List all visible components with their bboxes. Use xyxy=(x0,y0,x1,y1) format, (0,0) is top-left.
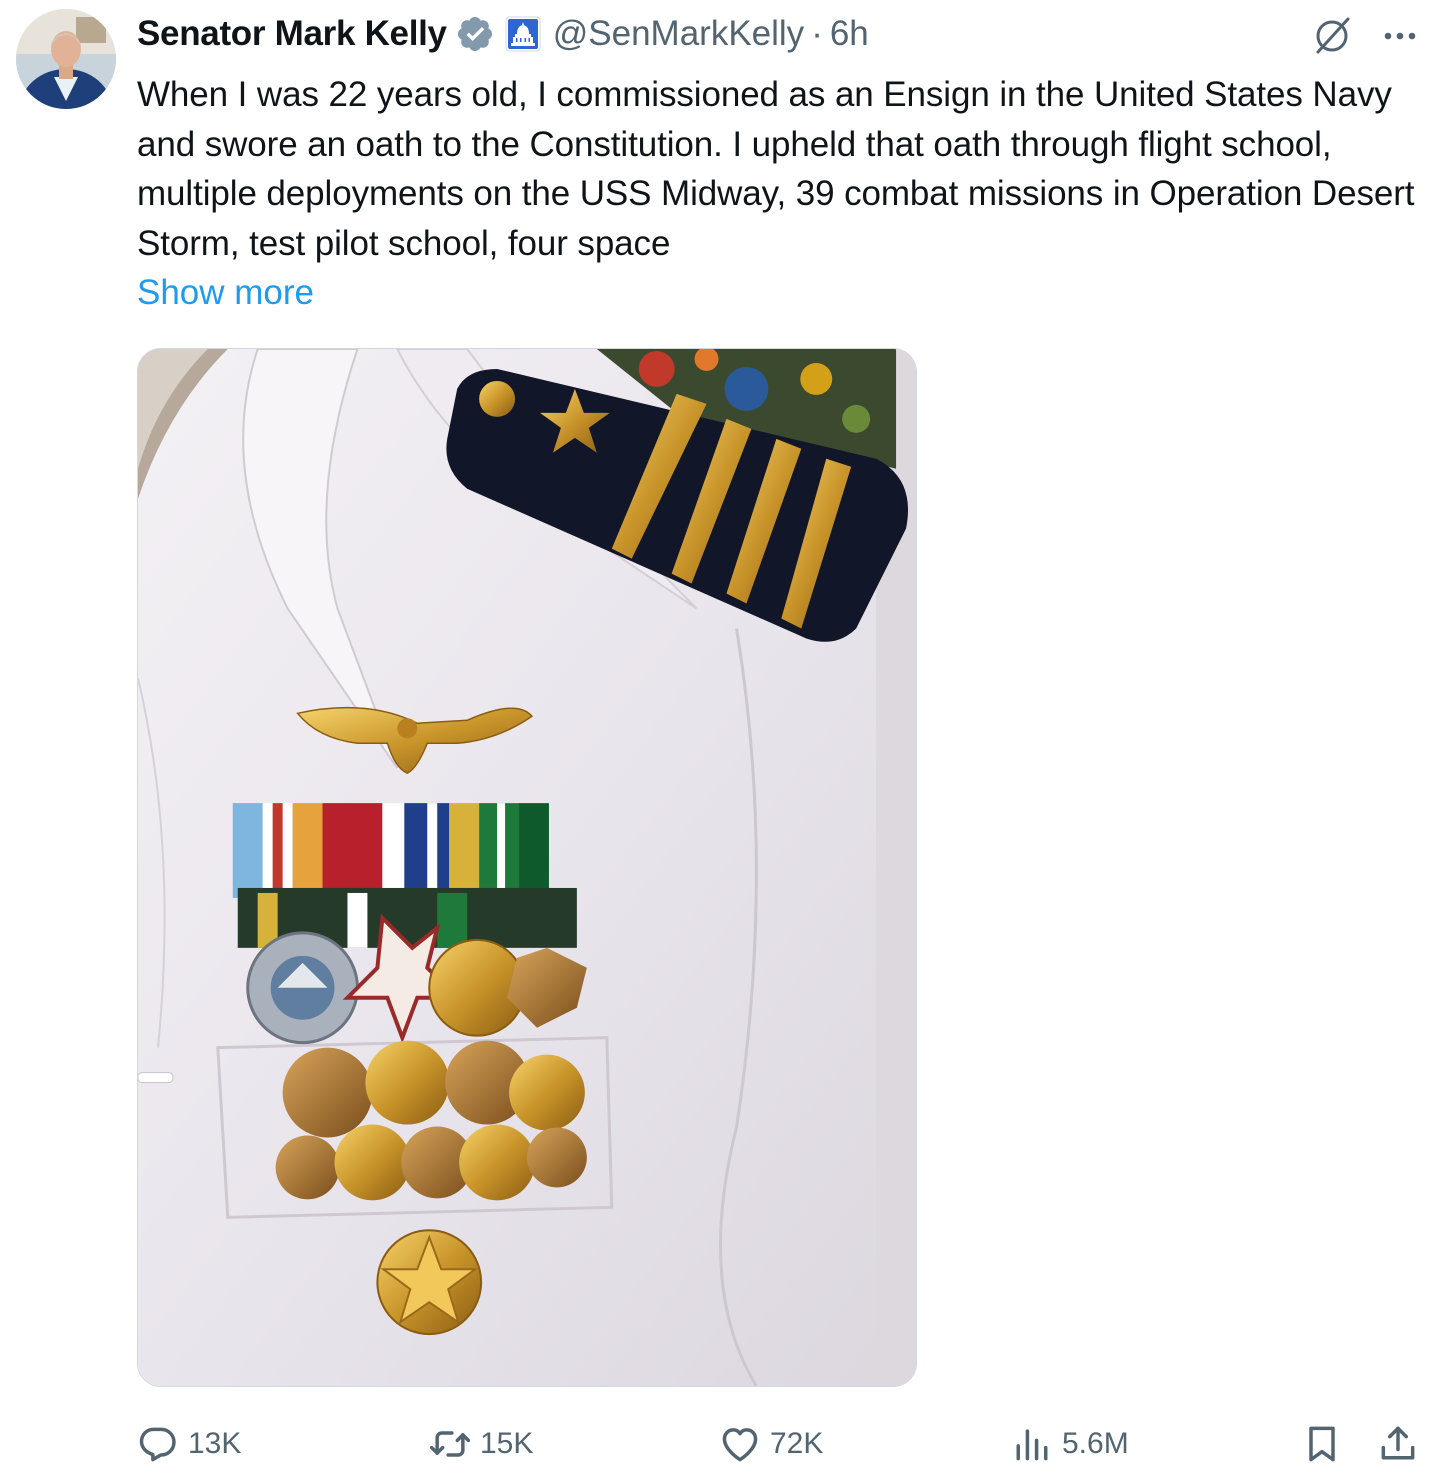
reply-button[interactable]: 13K xyxy=(136,1414,241,1473)
more-options-icon[interactable] xyxy=(1378,14,1422,58)
repost-count: 15K xyxy=(480,1427,534,1460)
avatar[interactable] xyxy=(16,9,116,109)
verified-badge-icon[interactable] xyxy=(455,14,495,54)
like-button[interactable]: 72K xyxy=(718,1414,823,1473)
bookmark-button[interactable] xyxy=(1300,1414,1344,1473)
show-more-link[interactable]: Show more xyxy=(137,270,314,316)
author-handle[interactable]: @SenMarkKelly xyxy=(553,14,804,54)
share-icon xyxy=(1381,1426,1415,1460)
repost-button[interactable]: 15K xyxy=(428,1414,533,1473)
reply-count: 13K xyxy=(188,1427,242,1460)
tweet-text: When I was 22 years old, I commissioned … xyxy=(137,75,1415,263)
reply-icon xyxy=(139,1427,176,1462)
grok-icon[interactable] xyxy=(1310,14,1354,58)
heart-icon xyxy=(722,1428,758,1462)
timestamp[interactable]: 6h xyxy=(830,14,869,54)
views-button[interactable]: 5.6M xyxy=(1010,1414,1129,1473)
view-count: 5.6M xyxy=(1062,1427,1129,1460)
repost-icon xyxy=(429,1431,471,1457)
like-count: 72K xyxy=(770,1427,824,1460)
bookmark-icon xyxy=(1309,1426,1335,1462)
tweet-header: Senator Mark Kelly @SenMarkKelly · 6h xyxy=(137,12,869,56)
tweet-action-bar: 13K 15K 72K 5.6M xyxy=(0,1414,1456,1473)
tweet-media-image[interactable] xyxy=(137,348,917,1387)
share-button[interactable] xyxy=(1376,1414,1420,1473)
analytics-icon xyxy=(1016,1429,1048,1461)
separator-dot: · xyxy=(811,14,823,53)
us-capitol-icon[interactable] xyxy=(505,16,541,52)
display-name[interactable]: Senator Mark Kelly xyxy=(137,14,447,54)
